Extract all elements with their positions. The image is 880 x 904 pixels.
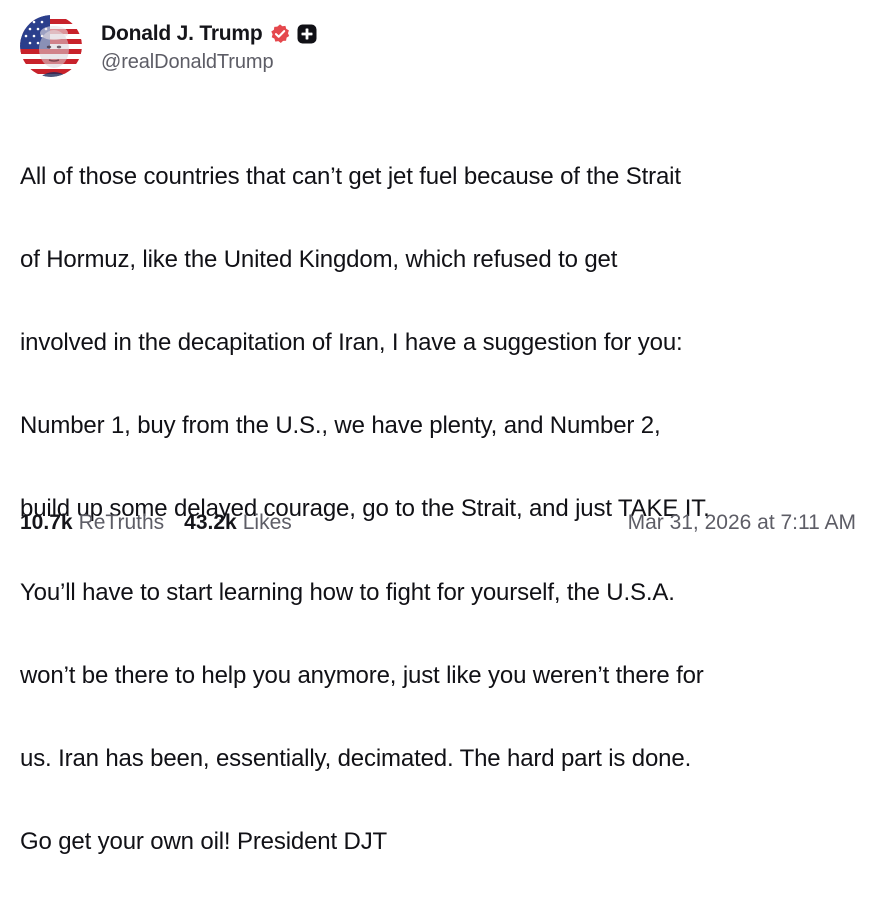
author-name-row: Donald J. Trump xyxy=(101,19,317,49)
likes-stat[interactable]: 43.2k Likes xyxy=(184,511,292,535)
post-body-line: involved in the decapitation of Iran, I … xyxy=(20,328,683,356)
author-info: Donald J. Trump @realDonaldTrump xyxy=(101,19,317,74)
post-body-line: You’ll have to start learning how to fig… xyxy=(20,578,675,606)
post-body-line: of Hormuz, like the United Kingdom, whic… xyxy=(20,245,618,273)
post-body-line: Go get your own oil! President DJT xyxy=(20,828,388,856)
post-body-line: won’t be there to help you anymore, just… xyxy=(20,661,704,689)
post-header: Donald J. Trump @realDonaldTrump xyxy=(20,14,317,78)
post-timestamp[interactable]: Mar 31, 2026 at 7:11 AM xyxy=(628,511,856,535)
post-body-line: All of those countries that can’t get je… xyxy=(20,162,681,190)
plus-badge-icon xyxy=(297,24,317,43)
verified-badge-icon xyxy=(270,23,289,43)
post-body-line: Number 1, buy from the U.S., we have ple… xyxy=(20,412,661,440)
avatar[interactable] xyxy=(20,15,82,77)
post-card: Donald J. Trump @realDonaldTrump All of … xyxy=(0,0,880,855)
likes-label: Likes xyxy=(242,511,292,534)
likes-count: 43.2k xyxy=(184,511,237,534)
post-footer: 10.7k ReTruths 43.2k Likes Mar 31, 2026 … xyxy=(20,508,856,538)
post-body-line: us. Iran has been, essentially, decimate… xyxy=(20,744,692,772)
retruths-label: ReTruths xyxy=(78,511,165,534)
author-handle[interactable]: @realDonaldTrump xyxy=(101,51,317,74)
retruths-stat[interactable]: 10.7k ReTruths xyxy=(20,511,164,535)
retruths-count: 10.7k xyxy=(20,511,73,534)
author-display-name[interactable]: Donald J. Trump xyxy=(101,22,263,46)
